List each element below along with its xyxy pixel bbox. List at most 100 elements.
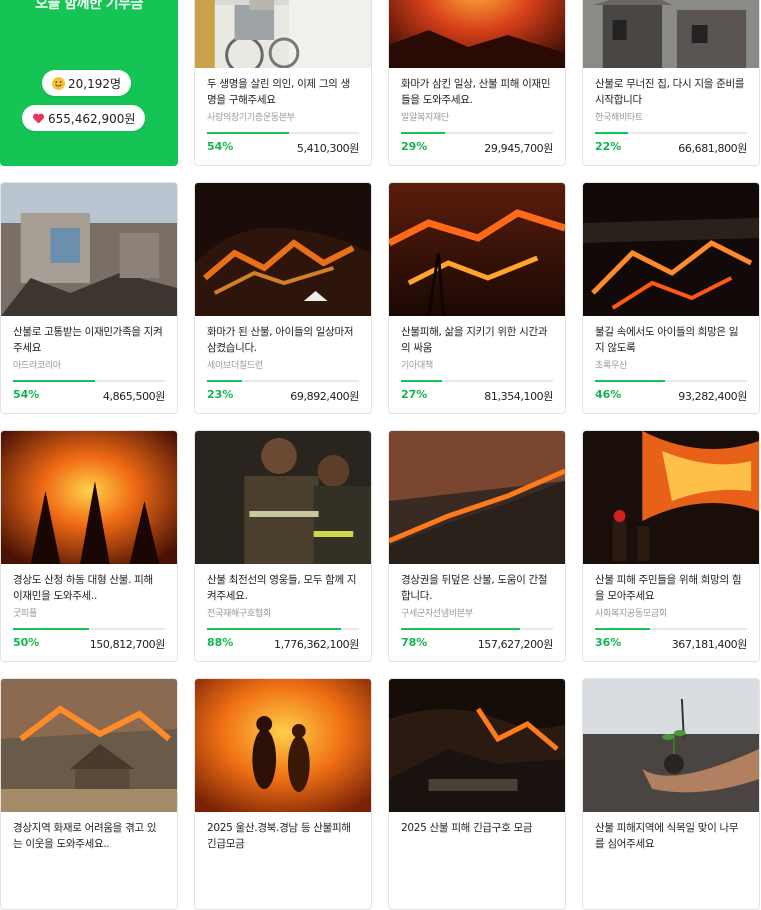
progress-fill <box>401 132 446 134</box>
campaign-card[interactable]: 두 생명을 살린 의인, 이제 그의 생명을 구해주세요 사랑의장기기증운동본부… <box>194 0 372 166</box>
campaign-title[interactable]: 경상지역 화재로 어려움을 겪고 있는 이웃을 도와주세요.. <box>13 821 165 852</box>
campaign-image <box>583 0 759 68</box>
campaign-percent: 54% <box>207 140 234 153</box>
campaign-image <box>389 679 565 812</box>
campaign-progress-bar <box>401 628 553 630</box>
campaign-progress-bar <box>13 380 165 382</box>
campaign-card[interactable]: 화마가 삼킨 일상, 산불 피해 이재민들을 도와주세요. 밀알복지재단 29%… <box>388 0 566 166</box>
campaign-title[interactable]: 산불 최전선의 영웅들, 모두 함께 지켜주세요. <box>207 573 359 604</box>
campaign-image <box>195 183 371 316</box>
campaign-image <box>389 431 565 564</box>
campaign-image <box>195 431 371 564</box>
campaign-progress-bar <box>207 132 359 134</box>
donation-grid: 오늘 함께한 기부금 20,192명 655,462,900원 두 생명을 살린… <box>0 0 761 910</box>
campaign-progress-bar <box>207 380 359 382</box>
total-amount: 655,462,900원 <box>48 111 136 126</box>
campaign-title[interactable]: 두 생명을 살린 의인, 이제 그의 생명을 구해주세요 <box>207 77 359 108</box>
campaign-card[interactable]: 경상도 산청 하동 대형 산불. 피해 이재민을 도와주세.. 굿피플 50% … <box>0 430 178 662</box>
campaign-title[interactable]: 화마가 삼킨 일상, 산불 피해 이재민들을 도와주세요. <box>401 77 553 108</box>
campaign-title[interactable]: 경상권을 뒤덮은 산불, 도움이 간절합니다. <box>401 573 553 604</box>
progress-fill <box>207 380 242 382</box>
campaign-percent: 88% <box>207 636 234 649</box>
campaign-title[interactable]: 2025 울산.경북.경남 등 산불피해 긴급모금 <box>207 821 359 852</box>
campaign-amount: 157,627,200원 <box>477 638 554 651</box>
campaign-title[interactable]: 산불피해, 삶을 지키기 위한 시간과의 싸움 <box>401 325 553 356</box>
campaign-title[interactable]: 화마가 된 산불, 아이들의 일상마저 삼켰습니다. <box>207 325 359 356</box>
campaign-card[interactable]: 2025 울산.경북.경남 등 산불피해 긴급모금 <box>194 678 372 910</box>
campaign-amount: 4,865,500원 <box>102 390 166 403</box>
amount-pill: 655,462,900원 <box>22 105 146 131</box>
campaign-title[interactable]: 2025 산불 피해 긴급구호 모금 <box>401 821 553 852</box>
progress-fill <box>13 628 89 630</box>
campaign-progress-bar <box>595 628 747 630</box>
campaign-percent: 22% <box>595 140 622 153</box>
progress-fill <box>595 380 665 382</box>
campaign-amount: 69,892,400원 <box>290 390 359 403</box>
campaign-card[interactable]: 산불 피해지역에 식목일 맞이 나무를 심어주세요 <box>582 678 760 910</box>
campaign-card[interactable]: 경상권을 뒤덮은 산불, 도움이 간절합니다. 구세군자선냄비본부 78% 15… <box>388 430 566 662</box>
campaign-amount: 81,354,100원 <box>484 390 553 403</box>
campaign-amount: 1,776,362,100원 <box>274 638 359 651</box>
campaign-card[interactable]: 산불 최전선의 영웅들, 모두 함께 지켜주세요. 전국재해구호협회 88% 1… <box>194 430 372 662</box>
campaign-card[interactable]: 산불피해, 삶을 지키기 위한 시간과의 싸움 기아대책 27% 81,354,… <box>388 182 566 414</box>
campaign-image <box>195 679 371 812</box>
campaign-organization: 아드라코리아 <box>13 361 61 371</box>
campaign-progress-bar <box>207 628 359 630</box>
donation-summary-card: 오늘 함께한 기부금 20,192명 655,462,900원 <box>0 0 178 166</box>
campaign-organization: 전국재해구호협회 <box>207 609 271 619</box>
campaign-card[interactable]: 2025 산불 피해 긴급구호 모금 <box>388 678 566 910</box>
campaign-image <box>583 183 759 316</box>
progress-fill <box>207 628 341 630</box>
campaign-percent: 27% <box>401 388 428 401</box>
campaign-organization: 기아대책 <box>401 361 433 371</box>
campaign-organization: 사회복지공동모금회 <box>595 609 667 619</box>
campaign-percent: 29% <box>401 140 428 153</box>
campaign-percent: 23% <box>207 388 234 401</box>
campaign-progress-bar <box>595 380 747 382</box>
campaign-organization: 밀알복지재단 <box>401 113 449 123</box>
progress-fill <box>13 380 96 382</box>
campaign-organization: 구세군자선냄비본부 <box>401 609 473 619</box>
smile-emoji-icon <box>52 76 65 90</box>
campaign-organization: 한국해비타트 <box>595 113 643 123</box>
campaign-image <box>583 431 759 564</box>
campaign-image <box>583 679 759 812</box>
campaign-amount: 150,812,700원 <box>89 638 166 651</box>
campaign-amount: 5,410,300원 <box>296 142 360 155</box>
campaign-percent: 54% <box>13 388 40 401</box>
campaign-card[interactable]: 경상지역 화재로 어려움을 겪고 있는 이웃을 도와주세요.. <box>0 678 178 910</box>
campaign-title[interactable]: 산불로 고통받는 이재민가족을 지켜주세요 <box>13 325 165 356</box>
campaign-percent: 78% <box>401 636 428 649</box>
campaign-title[interactable]: 불길 속에서도 아이들의 희망은 잃지 않도록 <box>595 325 747 356</box>
campaign-title[interactable]: 산불로 무너진 집, 다시 지을 준비를 시작합니다 <box>595 77 747 108</box>
progress-fill <box>207 132 290 134</box>
campaign-card[interactable]: 산불로 무너진 집, 다시 지을 준비를 시작합니다 한국해비타트 22% 66… <box>582 0 760 166</box>
campaign-organization: 세이브더칠드런 <box>207 361 263 371</box>
participants-count: 20,192명 <box>68 76 122 91</box>
campaign-amount: 29,945,700원 <box>484 142 553 155</box>
campaign-card[interactable]: 불길 속에서도 아이들의 희망은 잃지 않도록 초록우산 46% 93,282,… <box>582 182 760 414</box>
campaign-image <box>195 0 371 68</box>
campaign-image <box>1 679 177 812</box>
campaign-percent: 46% <box>595 388 622 401</box>
campaign-image <box>389 0 565 68</box>
campaign-percent: 36% <box>595 636 622 649</box>
campaign-progress-bar <box>401 132 553 134</box>
campaign-title[interactable]: 산불 피해지역에 식목일 맞이 나무를 심어주세요 <box>595 821 747 852</box>
campaign-image <box>1 183 177 316</box>
campaign-image <box>1 431 177 564</box>
campaign-amount: 66,681,800원 <box>678 142 747 155</box>
campaign-card[interactable]: 화마가 된 산불, 아이들의 일상마저 삼켰습니다. 세이브더칠드런 23% 6… <box>194 182 372 414</box>
campaign-card[interactable]: 산불 피해 주민들을 위해 희망의 힘을 모아주세요 사회복지공동모금회 36%… <box>582 430 760 662</box>
progress-fill <box>595 628 650 630</box>
progress-fill <box>595 132 629 134</box>
campaign-progress-bar <box>595 132 747 134</box>
campaign-amount: 367,181,400원 <box>671 638 748 651</box>
progress-fill <box>401 380 443 382</box>
campaign-title[interactable]: 산불 피해 주민들을 위해 희망의 힘을 모아주세요 <box>595 573 747 604</box>
campaign-organization: 사랑의장기기증운동본부 <box>207 113 295 123</box>
campaign-card[interactable]: 산불로 고통받는 이재민가족을 지켜주세요 아드라코리아 54% 4,865,5… <box>0 182 178 414</box>
campaign-title[interactable]: 경상도 산청 하동 대형 산불. 피해 이재민을 도와주세.. <box>13 573 165 604</box>
campaign-amount: 93,282,400원 <box>678 390 747 403</box>
campaign-percent: 50% <box>13 636 40 649</box>
